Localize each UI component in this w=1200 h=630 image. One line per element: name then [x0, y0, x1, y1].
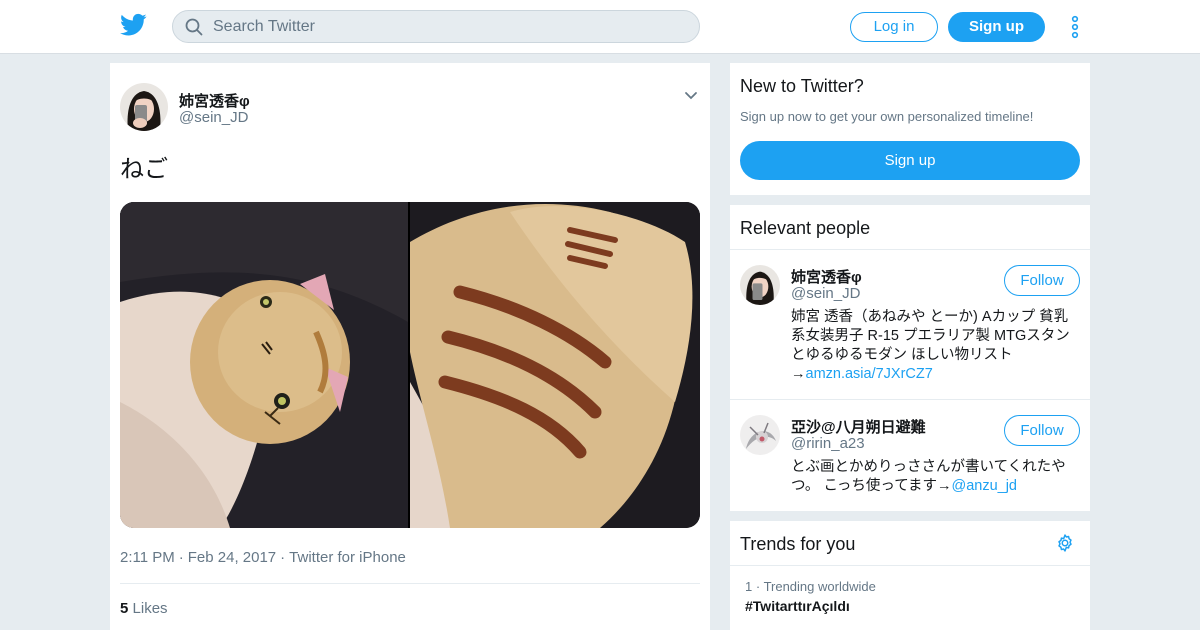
more-options-icon[interactable]	[1069, 15, 1081, 39]
relevant-people-module: Relevant people 姉宮透香φ @sein_JD Follow 姉宮…	[730, 205, 1090, 511]
divider	[120, 583, 700, 584]
chevron-down-icon[interactable]	[684, 91, 698, 101]
person-handle[interactable]: @ririn_a23	[791, 435, 865, 452]
divider	[730, 565, 1090, 566]
divider	[730, 249, 1090, 250]
bio-text: とぶ画とかめりっささんが書いてくれたやつ。 こっち使ってます→	[791, 459, 1066, 494]
module-title: Trends for you	[740, 534, 856, 554]
trend-context: 1 · Trending worldwide	[745, 579, 876, 594]
bio-link[interactable]: @anzu_jd	[951, 478, 1017, 494]
tweet-card: 姉宮透香φ @sein_JD ねご 2:11 PM · Feb 24, 2017…	[110, 63, 710, 630]
likes-stat[interactable]: 5 Likes	[120, 600, 168, 617]
gear-icon[interactable]	[1055, 533, 1075, 553]
login-button[interactable]: Log in	[850, 12, 938, 42]
tweet-source: Twitter for iPhone	[289, 549, 406, 566]
person-name[interactable]: 姉宮透香φ	[791, 266, 862, 287]
author-handle[interactable]: @sein_JD	[179, 109, 248, 126]
likes-label: Likes	[132, 600, 168, 617]
search-box[interactable]	[172, 10, 700, 43]
tweet-time: 2:11 PM	[120, 549, 175, 566]
tweet-timestamp[interactable]: 2:11 PM · Feb 24, 2017 · Twitter for iPhone	[120, 549, 406, 566]
trends-module: Trends for you 1 · Trending worldwide #T…	[730, 521, 1090, 630]
follow-button[interactable]: Follow	[1004, 415, 1080, 446]
trend-context-label: Trending worldwide	[763, 579, 876, 594]
person-handle[interactable]: @sein_JD	[791, 285, 860, 302]
tweet-date: Feb 24, 2017	[187, 549, 277, 566]
signup-button[interactable]: Sign up	[948, 12, 1045, 42]
person-avatar[interactable]	[740, 415, 780, 455]
person-avatar[interactable]	[740, 265, 780, 305]
tweet-media	[120, 202, 700, 528]
signup-button-large[interactable]: Sign up	[740, 141, 1080, 180]
bio-link[interactable]: amzn.asia/7JXrCZ7	[806, 366, 933, 382]
person-bio: 姉宮 透香（あねみや とーか) Aカップ 貧乳系女装男子 R-15 プエラリア製…	[791, 308, 1081, 384]
tweet-photo-1[interactable]	[120, 202, 408, 528]
person-bio: とぶ画とかめりっささんが書いてくれたやつ。 こっち使ってます→@anzu_jd	[791, 458, 1081, 496]
tweet-photo-2[interactable]	[410, 202, 700, 528]
likes-count: 5	[120, 600, 129, 617]
divider	[730, 399, 1090, 400]
module-subtitle: Sign up now to get your own personalized…	[740, 109, 1034, 124]
author-avatar[interactable]	[120, 83, 168, 131]
search-icon	[185, 18, 203, 36]
twitter-bird-icon[interactable]	[120, 13, 147, 37]
trend-hashtag[interactable]: #TwitarttırAçıldı	[745, 598, 850, 614]
follow-button[interactable]: Follow	[1004, 265, 1080, 296]
tweet-text: ねご	[120, 156, 168, 183]
author-name[interactable]: 姉宮透香φ	[179, 90, 250, 111]
new-to-twitter-module: New to Twitter? Sign up now to get your …	[730, 63, 1090, 195]
person-name[interactable]: 亞沙@八月朔日避難	[791, 416, 926, 437]
trend-rank: 1	[745, 579, 753, 594]
top-navigation-bar: Log in Sign up	[0, 0, 1200, 54]
search-input[interactable]	[213, 11, 683, 42]
module-title: New to Twitter?	[740, 76, 864, 96]
module-title: Relevant people	[740, 218, 871, 238]
